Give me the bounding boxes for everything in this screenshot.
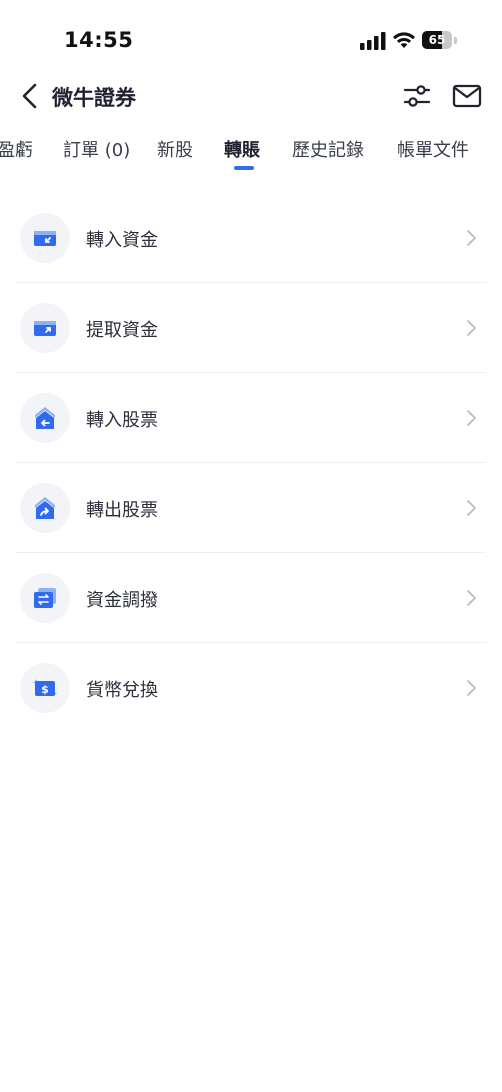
stock-in-icon: [35, 407, 55, 429]
icon-circle: [20, 573, 70, 623]
tab-statements[interactable]: 帳單文件: [397, 136, 469, 162]
tab-transfer[interactable]: 轉賬: [224, 136, 260, 162]
list-item-label: 轉入資金: [86, 230, 158, 251]
stock-out-icon: [35, 497, 55, 519]
tab-pnl[interactable]: 盈虧: [0, 136, 33, 162]
icon-circle: [20, 483, 70, 533]
battery-level: 65: [428, 33, 446, 47]
cellular-signal-icon: [360, 32, 386, 50]
wifi-icon: [393, 32, 415, 48]
icon-circle: $: [20, 663, 70, 713]
chevron-right-icon: [467, 680, 476, 696]
wallet-out-icon: [34, 321, 56, 336]
status-time: 14:55: [64, 28, 134, 52]
active-tab-indicator: [234, 166, 254, 170]
chevron-right-icon: [467, 500, 476, 516]
sliders-icon[interactable]: [402, 82, 432, 110]
page-title: 微牛證券: [52, 86, 136, 110]
list-item-currency-exchange[interactable]: $ 貨幣兌換: [0, 643, 502, 733]
tab-history[interactable]: 歷史記錄: [292, 136, 364, 162]
list-item-deposit-funds[interactable]: 轉入資金: [0, 193, 502, 283]
list-item-label: 提取資金: [86, 320, 158, 341]
list-item-transfer-out-stocks[interactable]: 轉出股票: [0, 463, 502, 553]
tab-bar: 盈虧 訂單 (0) 新股 轉賬 歷史記錄 帳單文件: [0, 128, 502, 174]
svg-text:$: $: [41, 683, 49, 696]
chevron-right-icon: [467, 320, 476, 336]
list-item-transfer-in-stocks[interactable]: 轉入股票: [0, 373, 502, 463]
mail-icon[interactable]: [451, 82, 483, 110]
wallet-in-icon: [34, 231, 56, 246]
icon-circle: [20, 393, 70, 443]
list-item-label: 轉出股票: [86, 500, 158, 521]
icon-circle: [20, 213, 70, 263]
tab-ipo[interactable]: 新股: [157, 136, 193, 162]
battery-cap: [454, 37, 457, 44]
status-bar: 14:55 65: [0, 0, 502, 80]
nav-header: 微牛證券: [0, 70, 502, 122]
chevron-right-icon: [467, 590, 476, 606]
list-item-label: 資金調撥: [86, 590, 158, 611]
list-item-label: 轉入股票: [86, 410, 158, 431]
list-item-withdraw-funds[interactable]: 提取資金: [0, 283, 502, 373]
chevron-left-icon[interactable]: [16, 80, 44, 112]
fund-transfer-icon: [34, 588, 56, 608]
chevron-right-icon: [467, 410, 476, 426]
tab-orders[interactable]: 訂單 (0): [63, 136, 130, 162]
battery-indicator: 65: [422, 31, 452, 49]
chevron-right-icon: [467, 230, 476, 246]
icon-circle: [20, 303, 70, 353]
currency-exchange-icon: $: [33, 679, 57, 697]
list-item-label: 貨幣兌換: [86, 680, 158, 701]
list-item-fund-allocation[interactable]: 資金調撥: [0, 553, 502, 643]
